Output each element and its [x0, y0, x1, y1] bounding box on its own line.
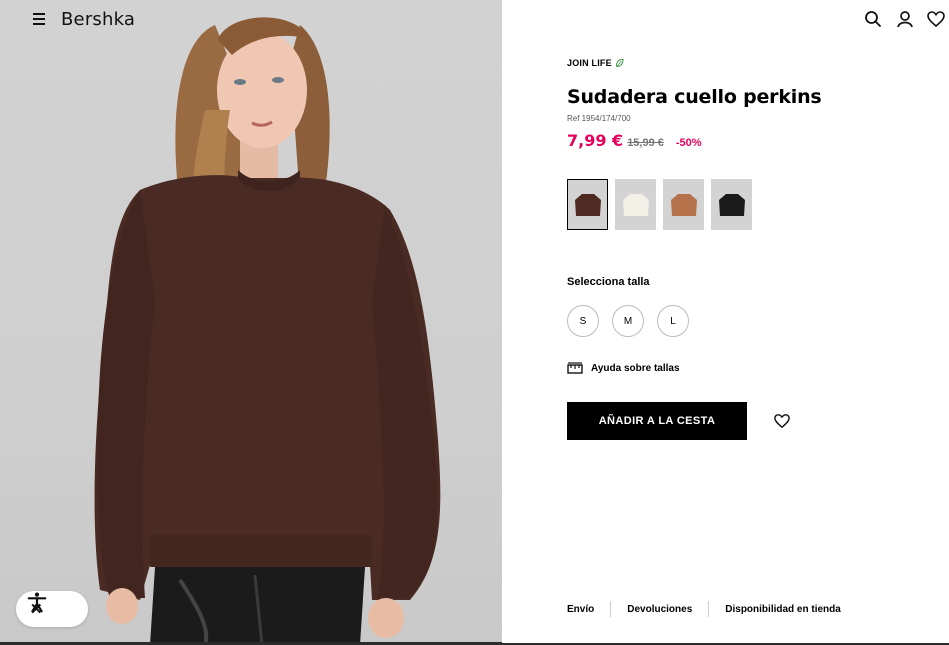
divider	[708, 601, 710, 617]
color-selector	[567, 179, 752, 230]
accessibility-icon[interactable]	[26, 591, 48, 613]
size-option-m[interactable]: M	[612, 305, 644, 337]
divider	[610, 601, 612, 617]
product-reference: Ref 1954/174/700	[567, 114, 631, 123]
size-selector: S M L	[567, 305, 689, 337]
returns-link[interactable]: Devoluciones	[627, 604, 692, 615]
size-option-l[interactable]: L	[657, 305, 689, 337]
current-price: 7,99 €	[567, 131, 624, 150]
color-swatch-black[interactable]	[711, 179, 752, 230]
menu-icon	[33, 13, 45, 15]
user-icon[interactable]	[896, 10, 914, 28]
discount-badge: -50%	[675, 137, 702, 149]
size-selector-label: Selecciona talla	[567, 276, 650, 288]
search-icon[interactable]	[864, 10, 882, 28]
color-swatch-cream[interactable]	[615, 179, 656, 230]
leaf-icon	[615, 58, 624, 68]
size-help-label: Ayuda sobre tallas	[591, 362, 680, 374]
size-option-s[interactable]: S	[567, 305, 599, 337]
add-to-wishlist-heart-icon[interactable]	[774, 413, 790, 429]
brand-logo[interactable]: Bershka	[61, 9, 135, 30]
color-swatch-brown[interactable]	[567, 179, 608, 230]
color-swatch-camel[interactable]	[663, 179, 704, 230]
product-title: Sudadera cuello perkins	[567, 86, 822, 108]
sweater-thumbnail-icon	[670, 193, 697, 216]
size-help-link[interactable]: Ayuda sobre tallas	[567, 362, 680, 374]
join-life-badge: JOIN LIFE	[567, 58, 624, 68]
original-price: 15,99 €	[627, 137, 664, 149]
accessibility-widget[interactable]: ✕	[16, 591, 88, 627]
shipping-link[interactable]: Envío	[567, 604, 594, 615]
sweater-thumbnail-icon	[574, 193, 601, 216]
wishlist-icon[interactable]	[927, 10, 945, 28]
product-image: Bershka ✕	[0, 0, 502, 645]
ruler-icon	[567, 362, 583, 374]
model-illustration	[94, 17, 441, 645]
info-links: Envío Devoluciones Disponibilidad en tie…	[567, 601, 841, 617]
join-life-label: JOIN LIFE	[567, 58, 612, 68]
menu-button[interactable]	[33, 12, 47, 26]
sweater-thumbnail-icon	[622, 193, 649, 216]
price-row: 7,99 € 15,99 € -50%	[567, 131, 702, 150]
add-to-cart-button[interactable]: AÑADIR A LA CESTA	[567, 402, 747, 440]
sweater-thumbnail-icon	[718, 193, 745, 216]
store-availability-link[interactable]: Disponibilidad en tienda	[725, 604, 841, 615]
